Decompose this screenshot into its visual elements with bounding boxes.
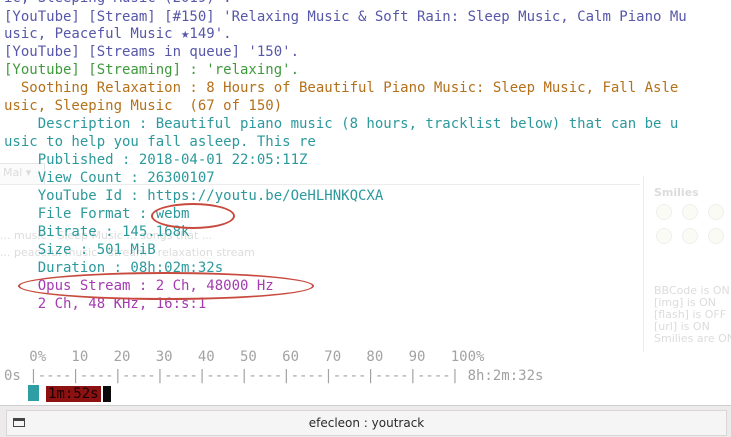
terminal-line: usic, Peaceful Music ★149'. xyxy=(4,26,232,42)
progress-scale: 0% 10 20 30 40 50 60 70 80 90 100% xyxy=(4,349,485,365)
terminal-window[interactable]: Mal ▾ ... music - Sleep Music ... songs … xyxy=(0,0,731,405)
annotation-oval-opus-stream xyxy=(18,272,314,300)
progress-bar: 0s |----|----|----|----|----|----|----|-… xyxy=(4,368,544,384)
progress-fill xyxy=(28,385,39,401)
track-title-line: Soothing Relaxation : 8 Hours of Beautif… xyxy=(4,80,679,96)
smiley-icon xyxy=(656,204,672,220)
elapsed-time: 1m:52s xyxy=(46,386,101,402)
size-line: Size : 501 MiB xyxy=(4,242,156,258)
published-line: Published : 2018-04-01 22:05:11Z xyxy=(4,152,308,168)
terminal-line: [Youtube] [Streaming] : 'relaxing'. xyxy=(4,62,300,78)
view-count-line: View Count : 26300107 xyxy=(4,170,215,186)
taskbar-window-title: efecleon : youtrack xyxy=(308,416,425,430)
background-panel-title: Smilies xyxy=(654,186,699,199)
terminal-cursor xyxy=(103,386,111,402)
track-title-line: usic, Sleeping Music (67 of 150) xyxy=(4,98,283,114)
smiley-icon xyxy=(708,204,724,220)
description-line: Description : Beautiful piano music (8 h… xyxy=(4,116,679,132)
description-line: usic to help you fall asleep. This re xyxy=(4,134,316,150)
taskbar-window-button[interactable]: efecleon : youtrack xyxy=(6,410,727,436)
taskbar: efecleon : youtrack xyxy=(0,405,731,437)
annotation-oval-file-format xyxy=(151,203,235,229)
terminal-line: ic, Sleeping Music (2019)'. xyxy=(4,0,232,8)
smiley-icon xyxy=(656,228,672,244)
smiley-icon xyxy=(708,228,724,244)
background-side-note: Smilies are ON xyxy=(654,332,731,345)
background-panel-border xyxy=(643,176,644,352)
smiley-icon xyxy=(682,204,698,220)
smiley-icon xyxy=(682,228,698,244)
bitrate-line: Bitrate : 145.168k xyxy=(4,224,190,240)
terminal-line: [YouTube] [Streams in queue] '150'. xyxy=(4,44,300,60)
